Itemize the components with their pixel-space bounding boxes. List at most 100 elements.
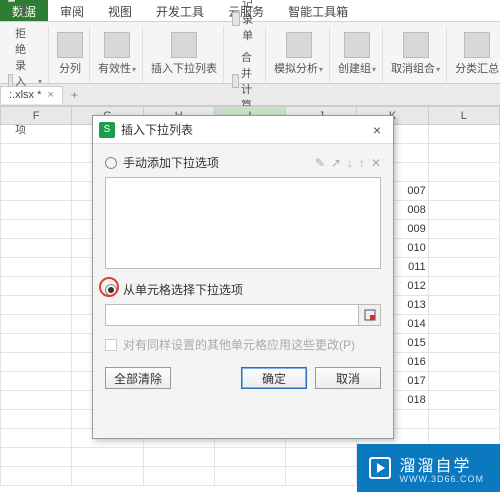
cell[interactable] bbox=[1, 391, 72, 410]
cell[interactable] bbox=[72, 467, 143, 486]
add-workbook-button[interactable]: + bbox=[63, 86, 86, 104]
range-input[interactable] bbox=[105, 304, 359, 326]
remove-dup-icon bbox=[8, 0, 15, 2]
cell[interactable] bbox=[428, 125, 499, 144]
cell[interactable] bbox=[428, 258, 499, 277]
insert-dropdown-dialog: S 插入下拉列表 × 手动添加下拉选项 ✎ ↗ ↓ ↑ ✕ 从单元格选择下拉选项 bbox=[92, 115, 394, 439]
cell[interactable] bbox=[428, 334, 499, 353]
cell[interactable] bbox=[1, 239, 72, 258]
tab-devtools[interactable]: 开发工具 bbox=[144, 0, 216, 21]
consolidate-button[interactable]: 合并计算 bbox=[232, 49, 259, 113]
cell[interactable] bbox=[428, 163, 499, 182]
cell[interactable] bbox=[428, 372, 499, 391]
ungroup-button[interactable]: 取消组合▾ bbox=[385, 26, 447, 82]
watermark-brand: 溜溜自学 bbox=[399, 458, 471, 475]
cell[interactable] bbox=[1, 182, 72, 201]
cell[interactable] bbox=[143, 467, 214, 486]
insert-dropdown-button[interactable]: 插入下拉列表 bbox=[145, 26, 224, 82]
close-workbook-icon[interactable]: × bbox=[47, 89, 53, 101]
cell[interactable] bbox=[143, 448, 214, 467]
cell[interactable] bbox=[286, 448, 357, 467]
simulate-button[interactable]: 模拟分析▾ bbox=[268, 26, 330, 82]
cell[interactable] bbox=[286, 467, 357, 486]
dialog-close-button[interactable]: × bbox=[367, 122, 387, 138]
apply-others-label: 对有同样设置的其他单元格应用这些更改(P) bbox=[123, 336, 355, 353]
ok-button[interactable]: 确定 bbox=[241, 367, 307, 389]
cell[interactable] bbox=[1, 258, 72, 277]
cell[interactable] bbox=[1, 201, 72, 220]
dialog-titlebar: S 插入下拉列表 × bbox=[93, 116, 393, 144]
subtotal-button[interactable]: 分类汇总 bbox=[449, 26, 500, 82]
cell[interactable] bbox=[1, 163, 72, 182]
watermark-sub: WWW.3D66.COM bbox=[399, 474, 484, 484]
clear-all-button[interactable]: 全部清除 bbox=[105, 367, 171, 389]
cell[interactable] bbox=[1, 315, 72, 334]
cell[interactable] bbox=[1, 448, 72, 467]
cell[interactable] bbox=[428, 315, 499, 334]
simulate-icon bbox=[286, 32, 312, 58]
tab-view[interactable]: 视图 bbox=[96, 0, 144, 21]
cell[interactable] bbox=[428, 391, 499, 410]
cell[interactable] bbox=[1, 277, 72, 296]
cell[interactable] bbox=[1, 467, 72, 486]
watermark: 溜溜自学 WWW.3D66.COM bbox=[357, 444, 500, 492]
cell[interactable] bbox=[428, 182, 499, 201]
record-form-icon bbox=[232, 12, 240, 26]
cell[interactable] bbox=[1, 372, 72, 391]
list-edit-icons: ✎ ↗ ↓ ↑ ✕ bbox=[315, 156, 381, 170]
move-up-icon[interactable]: ↑ bbox=[359, 156, 365, 170]
tab-smarttools[interactable]: 智能工具箱 bbox=[276, 0, 360, 21]
consolidate-icon bbox=[232, 74, 239, 88]
cell[interactable] bbox=[1, 353, 72, 372]
ungroup-icon bbox=[403, 32, 429, 58]
cell[interactable] bbox=[428, 144, 499, 163]
cell[interactable] bbox=[428, 277, 499, 296]
record-form-button[interactable]: 记录单 bbox=[232, 0, 259, 43]
cancel-button[interactable]: 取消 bbox=[315, 367, 381, 389]
export-icon[interactable]: ↗ bbox=[331, 156, 341, 170]
cell[interactable] bbox=[428, 353, 499, 372]
manual-options-listbox[interactable] bbox=[105, 177, 381, 269]
edit-icon[interactable]: ✎ bbox=[315, 156, 325, 170]
col-F[interactable]: F bbox=[1, 107, 72, 125]
create-group-icon bbox=[344, 32, 370, 58]
validity-button[interactable]: 有效性▾ bbox=[92, 26, 143, 82]
radio-manual[interactable] bbox=[105, 157, 117, 169]
tab-review[interactable]: 审阅 bbox=[48, 0, 96, 21]
cell[interactable] bbox=[1, 429, 72, 448]
split-button[interactable]: 分列 bbox=[51, 26, 90, 82]
chevron-down-icon: ▾ bbox=[38, 77, 42, 86]
range-picker-button[interactable] bbox=[359, 304, 381, 326]
cell[interactable] bbox=[1, 220, 72, 239]
cell[interactable] bbox=[1, 125, 72, 144]
radio-manual-label: 手动添加下拉选项 bbox=[123, 154, 219, 171]
apply-others-checkbox[interactable] bbox=[105, 339, 117, 351]
cell[interactable] bbox=[428, 296, 499, 315]
chevron-down-icon: ▾ bbox=[132, 65, 136, 74]
cell[interactable] bbox=[1, 334, 72, 353]
chevron-down-icon: ▾ bbox=[319, 65, 323, 74]
cell[interactable] bbox=[428, 410, 499, 429]
cell[interactable] bbox=[72, 448, 143, 467]
app-logo-icon: S bbox=[99, 122, 115, 138]
cell[interactable] bbox=[428, 220, 499, 239]
cell[interactable] bbox=[1, 144, 72, 163]
move-down-icon[interactable]: ↓ bbox=[347, 156, 353, 170]
validity-icon bbox=[104, 32, 130, 58]
cell[interactable] bbox=[214, 448, 285, 467]
col-L[interactable]: L bbox=[428, 107, 499, 125]
group-consolidate: 记录单 合并计算 bbox=[226, 26, 266, 82]
cell[interactable] bbox=[428, 239, 499, 258]
play-icon bbox=[369, 457, 391, 479]
cell[interactable] bbox=[428, 201, 499, 220]
chevron-down-icon: ▾ bbox=[372, 65, 376, 74]
remove-duplicates-button[interactable]: 删除重复项 bbox=[8, 0, 42, 19]
delete-icon[interactable]: ✕ bbox=[371, 156, 381, 170]
create-group-button[interactable]: 创建组▾ bbox=[332, 26, 383, 82]
cell[interactable] bbox=[1, 410, 72, 429]
radio-from-range[interactable] bbox=[105, 284, 117, 296]
workbook-tab[interactable]: :.xlsx * × bbox=[0, 86, 63, 104]
cell[interactable] bbox=[214, 467, 285, 486]
chevron-down-icon: ▾ bbox=[436, 65, 440, 74]
cell[interactable] bbox=[1, 296, 72, 315]
